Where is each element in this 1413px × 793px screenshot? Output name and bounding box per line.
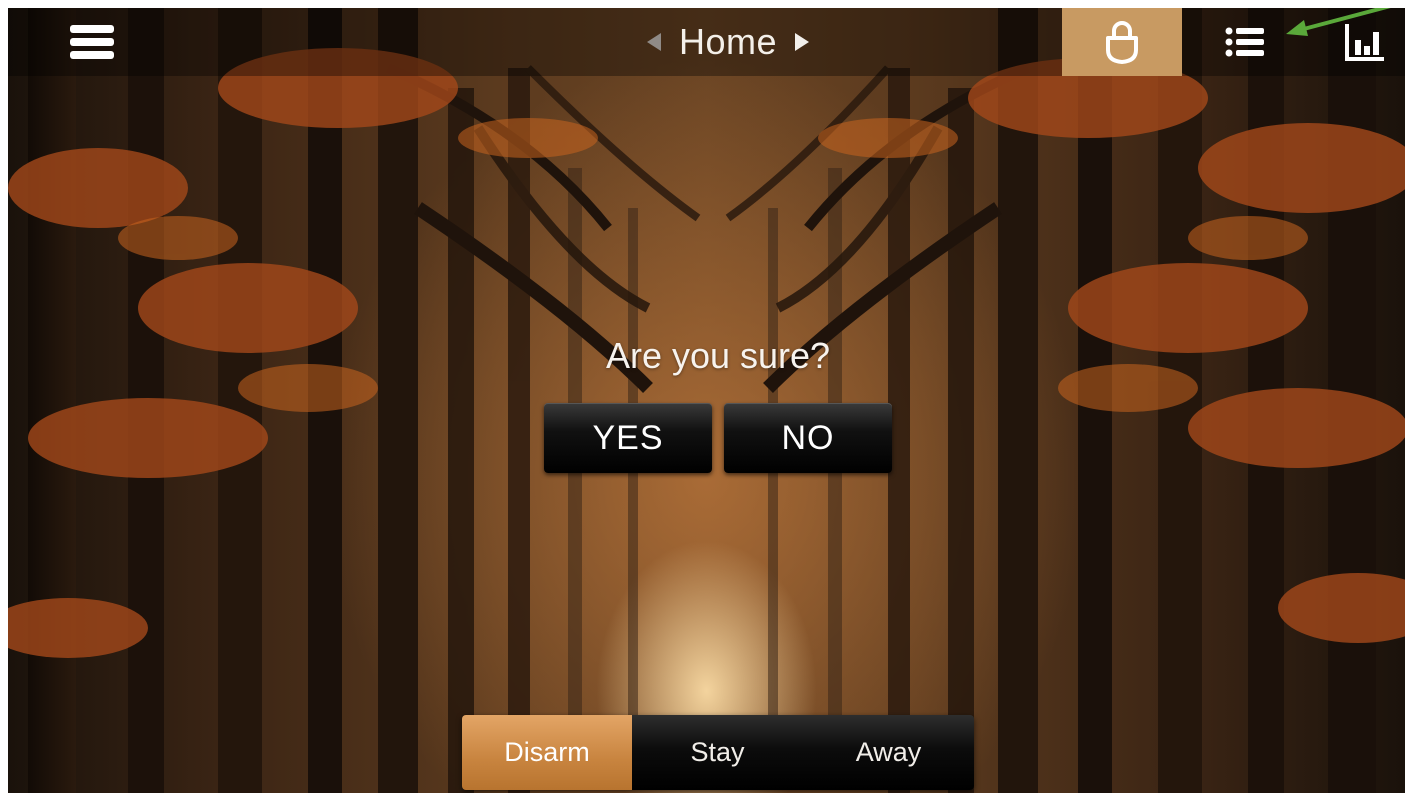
- page-title-navigator: Home: [608, 18, 848, 66]
- mode-disarm-button[interactable]: Disarm: [462, 715, 632, 790]
- forest-background: [8, 8, 1405, 793]
- page-title: Home: [678, 21, 778, 62]
- arm-mode-selector: Disarm Stay Away: [462, 715, 974, 790]
- hamburger-menu-icon[interactable]: [68, 22, 116, 62]
- mode-away-button[interactable]: Away: [803, 715, 974, 790]
- padlock-icon: [1106, 21, 1138, 64]
- yes-button[interactable]: YES: [544, 403, 712, 473]
- no-button[interactable]: NO: [724, 403, 892, 473]
- annotation-arrow-icon: [1286, 8, 1391, 36]
- confirmation-prompt: Are you sure?: [605, 335, 831, 376]
- previous-page-icon[interactable]: [643, 31, 665, 53]
- list-icon[interactable]: [1220, 20, 1270, 64]
- app-screen: Home Are you sure? YES NO Disarm Stay Aw…: [8, 8, 1405, 793]
- security-tab[interactable]: [1062, 8, 1182, 76]
- mode-stay-button[interactable]: Stay: [632, 715, 803, 790]
- next-page-icon[interactable]: [791, 31, 813, 53]
